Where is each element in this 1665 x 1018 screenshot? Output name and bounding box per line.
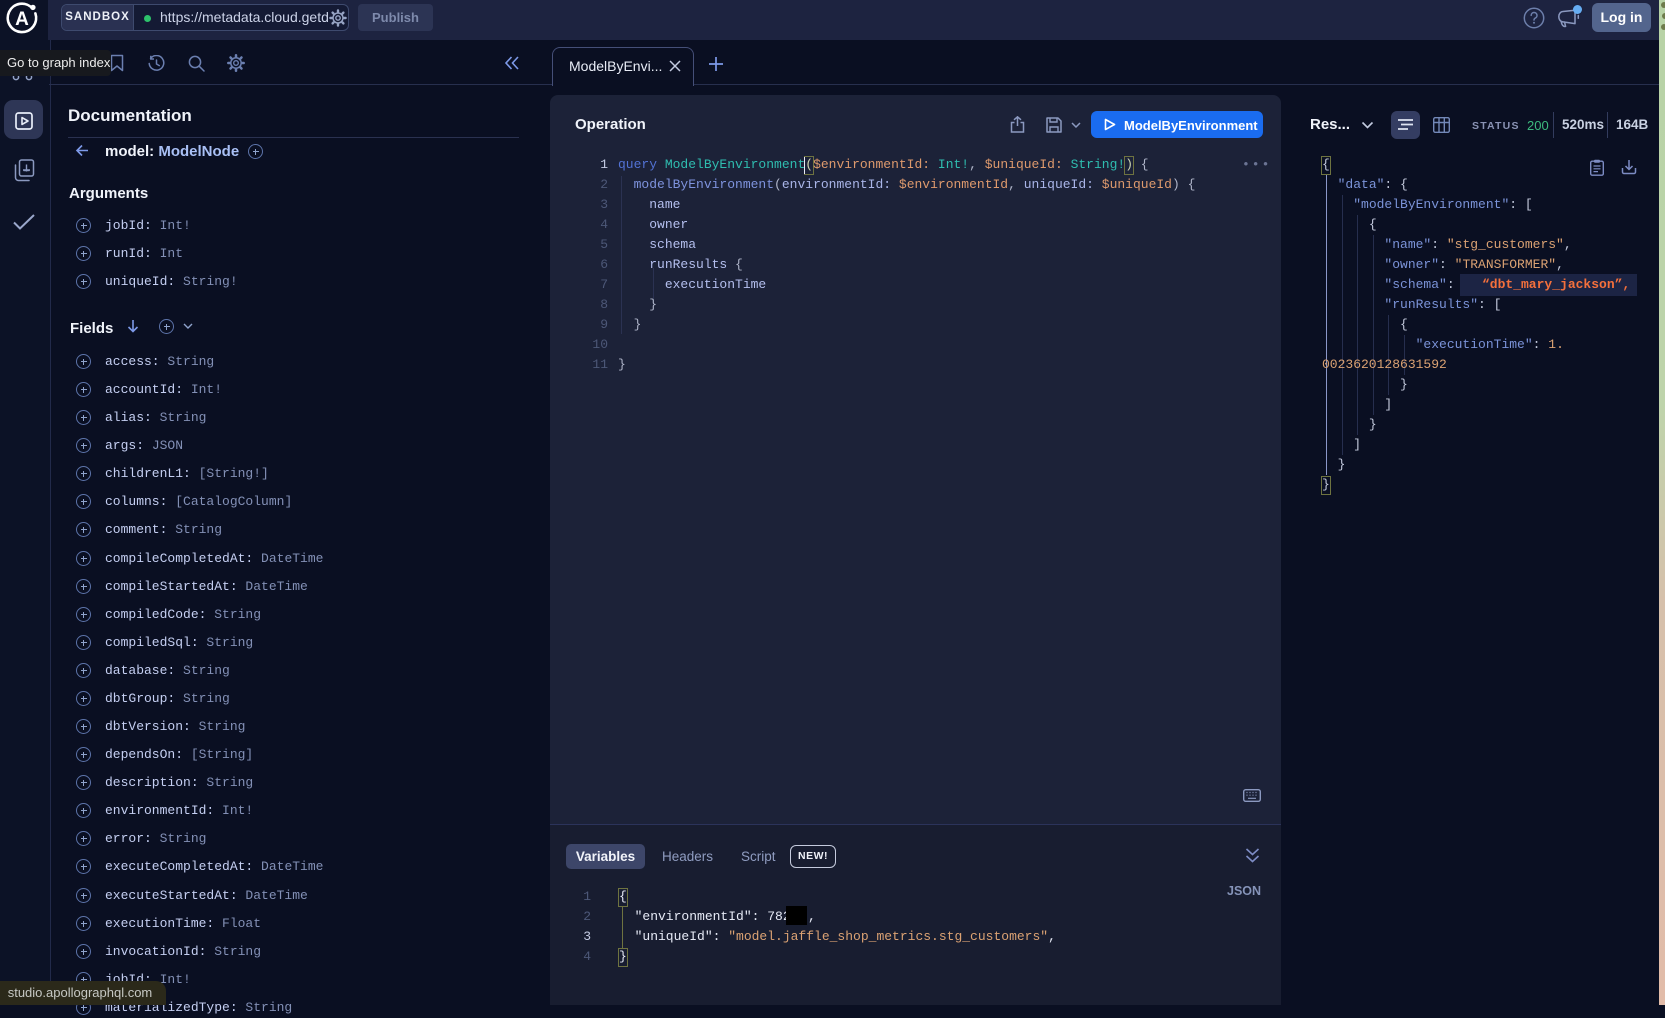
- svg-text:A: A: [15, 9, 29, 30]
